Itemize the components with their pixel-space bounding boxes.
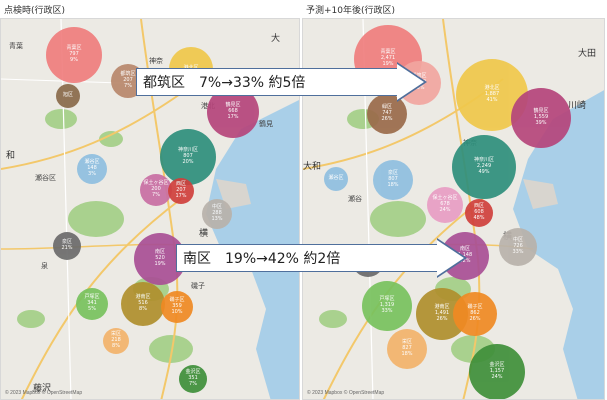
bubble-totsuka-ku[interactable]: 戸塚区 1,319 33% <box>362 281 412 331</box>
bubble-pct: 18% <box>387 181 399 188</box>
bubble-pct: 21% <box>61 245 73 251</box>
bubble-seya-ku[interactable]: 瀬谷区 <box>324 167 348 191</box>
bubble-izumi-ku[interactable]: 泉区 807 18% <box>373 160 413 200</box>
left-map-panel: 点検時(行政区) 青葉神奈港北和瀬谷区泉藤沢大横磯子鶴見 青葉区7979%都筑区… <box>0 0 300 400</box>
place-label-seya: 瀬谷区 <box>35 174 56 182</box>
bubble-pct: 10% <box>171 308 183 315</box>
bubble-sakae-ku[interactable]: 栄区 827 18% <box>387 329 427 369</box>
bubble-pct: 39% <box>535 119 547 126</box>
bubble-konan-ku[interactable]: 港南区 516 8% <box>121 282 165 326</box>
minami-callout: 南区 19%→42% 約2倍 <box>176 244 438 272</box>
bubble-pct: 8% <box>112 342 120 349</box>
bubble-kanazawa-ku[interactable]: 金沢区 1,157 24% <box>469 344 525 399</box>
place-label-ofuna: 大 <box>271 34 281 44</box>
bubble-name: 旭区 <box>62 92 73 99</box>
bubble-pct: 13% <box>211 215 223 222</box>
place-label-yokohama: 横 <box>199 229 209 239</box>
bubble-naka-ku[interactable]: 中区 288 13% <box>202 199 232 229</box>
bubble-pct: 33% <box>381 307 393 314</box>
bubble-totsuka-ku[interactable]: 戸塚区 341 5% <box>76 288 108 320</box>
right-map-panel: 予測+10年後(行政区) 大田川崎大和瀬谷横神奈 青葉区2,47119%都筑区1… <box>302 0 605 400</box>
bubble-pct: 24% <box>439 206 451 213</box>
bubble-name: 瀬谷区 <box>328 175 344 182</box>
place-label-isogo: 磯子 <box>191 282 205 290</box>
bubble-pct: 9% <box>70 56 78 63</box>
tsuzuki-callout: 都筑区 7%→33% 約5倍 <box>136 68 398 96</box>
bubble-pct: 8% <box>139 305 147 312</box>
place-label-ota: 大田 <box>578 49 597 59</box>
place-label-izumi: 泉 <box>41 262 48 270</box>
place-label-yamato: 和 <box>6 151 16 161</box>
place-label-seya: 瀬谷 <box>348 195 362 203</box>
bubble-isogo-ku[interactable]: 磯子区 359 10% <box>161 291 193 323</box>
bubble-tsurumi-ku[interactable]: 鶴見区 1,559 39% <box>511 88 571 148</box>
bubble-pct: 48% <box>473 214 485 221</box>
bubble-aoba-ku[interactable]: 青葉区 797 9% <box>46 27 102 83</box>
bubble-pct: 17% <box>175 192 187 199</box>
place-label-kawasaki: 川崎 <box>568 101 587 111</box>
bubble-pct: 26% <box>469 315 481 322</box>
bubble-pct: 49% <box>478 168 490 175</box>
bubble-izumi-ku[interactable]: 泉区 21% <box>53 232 81 260</box>
bubble-kanazawa-ku[interactable]: 金沢区 351 7% <box>179 365 207 393</box>
tsuzuki-callout-text: 都筑区 7%→33% 約5倍 <box>143 75 306 91</box>
right-map-attribution: © 2023 Mapbox © OpenStreetMap <box>307 390 385 396</box>
tsuzuki-callout-arrowhead-inner <box>397 64 424 100</box>
bubble-pct: 7% <box>124 82 132 89</box>
bubble-sakae-ku[interactable]: 栄区 218 8% <box>103 328 129 354</box>
place-label-yamato: 大和 <box>303 162 322 172</box>
bubble-kanagawa-ku[interactable]: 神奈川区 2,249 49% <box>452 135 516 199</box>
bubble-isogo-ku[interactable]: 磯子区 862 26% <box>453 292 497 336</box>
bubble-pct: 26% <box>436 315 448 322</box>
bubble-hodogaya-ku[interactable]: 保土ヶ谷区 678 24% <box>427 187 463 223</box>
bubble-pct: 7% <box>152 191 160 198</box>
bubble-pct: 20% <box>182 158 194 165</box>
bubble-pct: 19% <box>154 260 166 267</box>
bubble-pct: 18% <box>401 350 413 357</box>
bubble-seya-ku[interactable]: 瀬谷区 148 3% <box>77 154 107 184</box>
bubble-pct: 41% <box>486 96 498 103</box>
bubble-nishi-ku[interactable]: 西区 207 17% <box>168 178 194 204</box>
place-label-tsurumi: 鶴見 <box>259 120 273 128</box>
bubble-naka-ku[interactable]: 中区 726 33% <box>499 228 537 266</box>
place-label-aoba: 青葉 <box>9 42 23 50</box>
place-label-kanagawa: 神奈 <box>149 57 163 65</box>
bubble-pct: 3% <box>88 170 96 177</box>
minami-callout-text: 南区 19%→42% 約2倍 <box>183 251 341 267</box>
bubble-pct: 19% <box>382 60 394 67</box>
bubble-pct: 24% <box>491 373 503 380</box>
left-panel-title: 点検時(行政区) <box>4 6 66 16</box>
bubble-pct: 7% <box>189 380 197 387</box>
bubble-nishi-ku[interactable]: 西区 608 48% <box>465 199 493 227</box>
bubble-pct: 33% <box>512 248 524 255</box>
minami-callout-arrowhead-inner <box>437 240 464 276</box>
bubble-pct: 17% <box>227 113 239 120</box>
bubble-pct: 5% <box>88 305 96 312</box>
right-panel-title: 予測+10年後(行政区) <box>306 6 396 16</box>
bubble-kanagawa-ku[interactable]: 神奈川区 807 20% <box>160 129 216 185</box>
left-map-attribution: © 2023 Mapbox © OpenStreetMap <box>5 390 83 396</box>
bubble-pct: 26% <box>381 115 393 122</box>
bubble-asahi-ku[interactable]: 旭区 <box>56 84 80 108</box>
